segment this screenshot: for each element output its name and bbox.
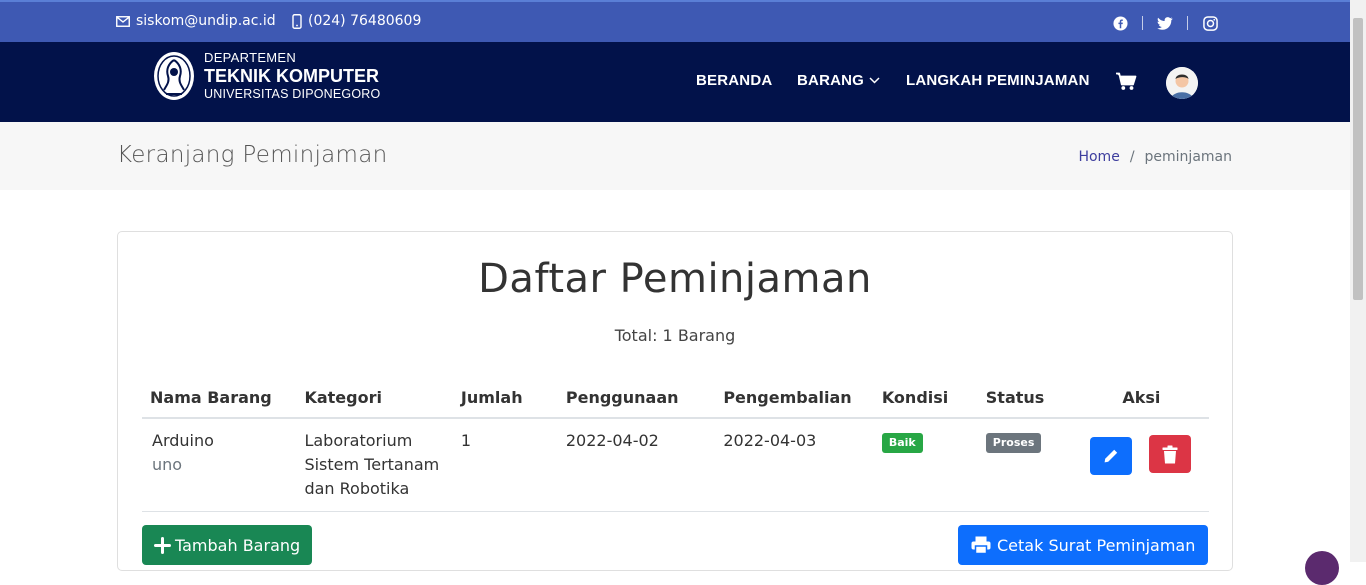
page-scrollbar[interactable] — [1350, 0, 1366, 562]
twitter-icon[interactable] — [1155, 14, 1175, 32]
top-info-bar: siskom@undip.ac.id (024) 76480609 — [0, 0, 1350, 42]
social-divider — [1187, 16, 1188, 30]
email-text: siskom@undip.ac.id — [136, 13, 276, 29]
main-navbar: DEPARTEMEN TEKNIK KOMPUTER UNIVERSITAS D… — [0, 42, 1350, 122]
email-contact[interactable]: siskom@undip.ac.id — [116, 13, 276, 29]
breadcrumb-current: peminjaman — [1144, 149, 1232, 165]
item-actions-cell — [1073, 418, 1209, 512]
column-header: Penggunaan — [557, 380, 716, 419]
phone-text: (024) 76480609 — [308, 13, 422, 29]
column-header: Jumlah — [452, 380, 558, 419]
item-quantity: 1 — [452, 418, 558, 512]
column-header: Pengembalian — [715, 380, 874, 419]
nav-beranda[interactable]: BERANDA — [696, 72, 772, 89]
scrollbar-thumb[interactable] — [1353, 18, 1363, 300]
page-title: Keranjang Peminjaman — [117, 142, 388, 168]
social-divider — [1142, 16, 1143, 30]
breadcrumb-home-link[interactable]: Home — [1078, 149, 1119, 165]
edit-button[interactable] — [1089, 436, 1132, 475]
page-header: Keranjang Peminjaman Home / peminjaman — [0, 122, 1350, 190]
university-logo — [154, 52, 194, 100]
add-item-label: Tambah Barang — [175, 535, 301, 555]
brand-line-1: DEPARTEMEN — [204, 50, 297, 66]
column-header: Kondisi — [873, 380, 978, 419]
condition-badge: Baik — [881, 433, 923, 453]
loan-card: Daftar Peminjaman Total: 1 Barang Nama B… — [117, 231, 1233, 571]
user-avatar[interactable] — [1166, 67, 1198, 99]
facebook-icon[interactable] — [1110, 14, 1130, 32]
brand-line-2: TEKNIK KOMPUTER — [204, 66, 379, 87]
column-header: Status — [977, 380, 1074, 419]
column-header: Nama Barang — [142, 380, 297, 419]
brand-logo-link[interactable]: DEPARTEMEN TEKNIK KOMPUTER UNIVERSITAS D… — [152, 50, 380, 102]
table-header-row: Nama Barang Kategori Jumlah Penggunaan P… — [142, 380, 1209, 419]
item-condition-cell: Baik — [873, 418, 978, 512]
nav-barang-label: BARANG — [797, 72, 865, 89]
add-item-button[interactable]: Tambah Barang — [142, 525, 313, 565]
item-name-cell: Arduino uno — [142, 418, 297, 512]
envelope-icon — [116, 15, 130, 27]
breadcrumb-separator: / — [1129, 149, 1135, 165]
loan-table: Nama Barang Kategori Jumlah Penggunaan P… — [142, 380, 1209, 512]
status-badge: Proses — [985, 433, 1042, 453]
item-status-cell: Proses — [977, 418, 1074, 512]
brand-line-3: UNIVERSITAS DIPONEGORO — [204, 87, 381, 102]
instagram-icon[interactable] — [1200, 14, 1220, 32]
card-heading: Daftar Peminjaman — [478, 256, 872, 302]
cart-icon[interactable] — [1115, 72, 1137, 95]
item-category: Laboratorium Sistem Tertanam dan Robotik… — [296, 418, 453, 512]
pencil-icon — [1104, 449, 1117, 462]
phone-contact[interactable]: (024) 76480609 — [292, 13, 421, 29]
chevron-down-icon — [869, 77, 880, 84]
print-letter-label: Cetak Surat Peminjaman — [997, 535, 1196, 555]
breadcrumb: Home / peminjaman — [1078, 149, 1232, 165]
column-header: Aksi — [1073, 380, 1209, 419]
item-total: Total: 1 Barang — [614, 326, 736, 345]
nav-langkah-peminjaman[interactable]: LANGKAH PEMINJAMAN — [906, 72, 1090, 89]
nav-barang-dropdown[interactable]: BARANG — [797, 72, 880, 89]
item-name: Arduino — [152, 431, 214, 450]
floating-chat-button[interactable] — [1305, 551, 1339, 585]
item-variant: uno — [152, 455, 183, 474]
printer-icon — [971, 536, 991, 554]
trash-icon — [1162, 445, 1178, 463]
print-letter-button[interactable]: Cetak Surat Peminjaman — [958, 525, 1209, 565]
plus-icon — [154, 536, 171, 554]
column-header: Kategori — [296, 380, 453, 419]
delete-button[interactable] — [1148, 435, 1191, 473]
item-usage-date: 2022-04-02 — [557, 418, 716, 512]
social-links — [1110, 14, 1220, 32]
phone-icon — [292, 13, 302, 29]
table-row: Arduino uno Laboratorium Sistem Tertanam… — [142, 418, 1209, 512]
item-return-date: 2022-04-03 — [715, 418, 874, 512]
